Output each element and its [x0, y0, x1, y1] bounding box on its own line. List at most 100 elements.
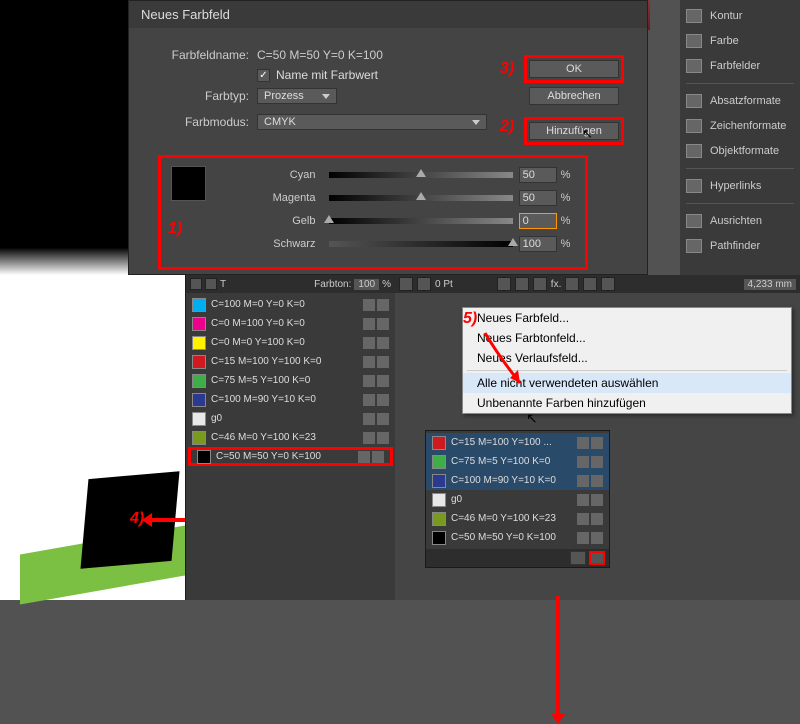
swatch-color-icon: [192, 317, 206, 331]
text-toggle-icon[interactable]: T: [220, 279, 226, 290]
menu-new-swatch[interactable]: Neues Farbfeld...: [463, 308, 791, 328]
swatch-row[interactable]: C=100 M=0 Y=0 K=0: [186, 295, 395, 314]
swatch-row[interactable]: C=75 M=5 Y=100 K=0: [426, 452, 609, 471]
farbfelder-panel-tab[interactable]: Farbfelder: [686, 56, 794, 76]
mode-dropdown[interactable]: CMYK: [257, 114, 487, 130]
swatch-row[interactable]: C=46 M=0 Y=100 K=23: [426, 509, 609, 528]
pathfinder-panel-tab[interactable]: Pathfinder: [686, 236, 794, 256]
toolbar-btn[interactable]: [565, 277, 579, 291]
swatch-row[interactable]: g0: [186, 409, 395, 428]
black-input[interactable]: 100: [519, 236, 557, 252]
type-label: Farbtyp:: [149, 89, 249, 103]
swatch-color-icon: [432, 436, 446, 450]
ok-button[interactable]: OK: [529, 60, 619, 78]
magenta-label: Magenta: [220, 192, 315, 204]
swatch-row[interactable]: C=100 M=90 Y=10 K=0: [186, 390, 395, 409]
add-button-highlight: Hinzufügen: [524, 117, 624, 145]
swatch-row[interactable]: C=100 M=90 Y=10 K=0: [426, 471, 609, 490]
swatch-row[interactable]: C=50 M=50 Y=0 K=100: [188, 447, 393, 466]
color-sliders-group: Cyan 50 % Magenta 50 % Gelb 0 % Schwarz …: [158, 155, 588, 270]
toolbar-btn[interactable]: [601, 277, 615, 291]
toolbar-btn[interactable]: [583, 277, 597, 291]
swatch-label: C=100 M=0 Y=0 K=0: [211, 299, 305, 310]
black-slider[interactable]: [329, 241, 512, 247]
swatches-panel-footer: [426, 549, 609, 567]
cyan-input[interactable]: 50: [519, 167, 557, 183]
panel-dock: Kontur Farbe Farbfelder Absatzformate Ze…: [680, 0, 800, 280]
stroke-icon: [686, 9, 702, 23]
delete-swatch-icon[interactable]: [589, 551, 605, 565]
color-type-icon: [591, 532, 603, 544]
color-type-icon: [377, 356, 389, 368]
name-label: Farbfeldname:: [149, 48, 249, 62]
fx-menu[interactable]: fx.: [551, 279, 562, 290]
stroke-weight[interactable]: 0 Pt: [435, 279, 453, 290]
yellow-input[interactable]: 0: [519, 213, 557, 229]
kontur-panel-tab[interactable]: Kontur: [686, 6, 794, 26]
hyperlinks-panel-tab[interactable]: Hyperlinks: [686, 176, 794, 196]
add-button[interactable]: Hinzufügen: [529, 122, 619, 140]
ausrichten-panel-tab[interactable]: Ausrichten: [686, 211, 794, 231]
farbe-panel-tab[interactable]: Farbe: [686, 31, 794, 51]
color-type-icon: [377, 394, 389, 406]
color-mode-icon: [363, 337, 375, 349]
magenta-slider[interactable]: [329, 195, 512, 201]
color-mode-icon: [577, 494, 589, 506]
cyan-label: Cyan: [220, 169, 315, 181]
color-type-icon: [377, 375, 389, 387]
new-swatch-icon[interactable]: [570, 551, 586, 565]
zeichen-panel-tab[interactable]: Zeichenformate: [686, 116, 794, 136]
char-styles-icon: [686, 119, 702, 133]
swatch-row[interactable]: g0: [426, 490, 609, 509]
swatch-color-icon: [432, 531, 446, 545]
annotation-1: 1): [168, 220, 182, 238]
chevron-down-icon: [322, 94, 330, 99]
swatch-label: C=0 M=0 Y=100 K=0: [211, 337, 305, 348]
arrow-5: [470, 328, 540, 398]
fill-icon[interactable]: [190, 278, 202, 290]
cyan-slider[interactable]: [329, 172, 512, 178]
color-type-icon: [591, 456, 603, 468]
absatz-panel-tab[interactable]: Absatzformate: [686, 91, 794, 111]
fill-icon[interactable]: [399, 277, 413, 291]
cursor-icon: ↖: [582, 126, 593, 142]
swatch-color-icon: [192, 393, 206, 407]
stroke-style-icon[interactable]: [417, 277, 431, 291]
swatch-row[interactable]: C=15 M=100 Y=100 K=0: [186, 352, 395, 371]
toolbar-btn[interactable]: [515, 277, 529, 291]
magenta-input[interactable]: 50: [519, 190, 557, 206]
cancel-button[interactable]: Abbrechen: [529, 87, 619, 105]
swatch-label: C=75 M=5 Y=100 K=0: [451, 456, 550, 467]
tint-label: Farbton:: [314, 279, 351, 290]
swatch-row[interactable]: C=50 M=50 Y=0 K=100: [426, 528, 609, 547]
toolbar-btn[interactable]: [533, 277, 547, 291]
color-type-icon: [372, 451, 384, 463]
toolbar-btn[interactable]: [497, 277, 511, 291]
swatch-label: C=46 M=0 Y=100 K=23: [211, 432, 316, 443]
swatch-row[interactable]: C=0 M=0 Y=100 K=0: [186, 333, 395, 352]
color-mode-icon: [363, 356, 375, 368]
arrow-4: [150, 518, 185, 522]
color-mode-icon: [363, 394, 375, 406]
swatch-row[interactable]: C=75 M=5 Y=100 K=0: [186, 371, 395, 390]
stroke-icon[interactable]: [205, 278, 217, 290]
swatch-row[interactable]: C=15 M=100 Y=100 ...: [426, 433, 609, 452]
type-dropdown[interactable]: Prozess: [257, 88, 337, 104]
swatch-row[interactable]: C=46 M=0 Y=100 K=23: [186, 428, 395, 447]
swatch-label: C=50 M=50 Y=0 K=100: [451, 532, 556, 543]
yellow-slider[interactable]: [329, 218, 512, 224]
objekt-panel-tab[interactable]: Objektformate: [686, 141, 794, 161]
swatch-row[interactable]: C=0 M=100 Y=0 K=0: [186, 314, 395, 333]
color-mode-icon: [363, 413, 375, 425]
swatch-color-icon: [192, 355, 206, 369]
annotation-2: 2): [500, 118, 514, 136]
color-mode-icon: [363, 299, 375, 311]
color-type-icon: [377, 318, 389, 330]
measurement-value[interactable]: 4,233 mm: [744, 279, 796, 290]
ok-button-highlight: OK: [524, 55, 624, 83]
swatch-color-icon: [192, 431, 206, 445]
color-mode-icon: [577, 532, 589, 544]
tint-input[interactable]: 100: [354, 279, 379, 290]
swatch-label: C=50 M=50 Y=0 K=100: [216, 451, 321, 462]
name-with-value-checkbox[interactable]: ✓: [257, 69, 270, 82]
